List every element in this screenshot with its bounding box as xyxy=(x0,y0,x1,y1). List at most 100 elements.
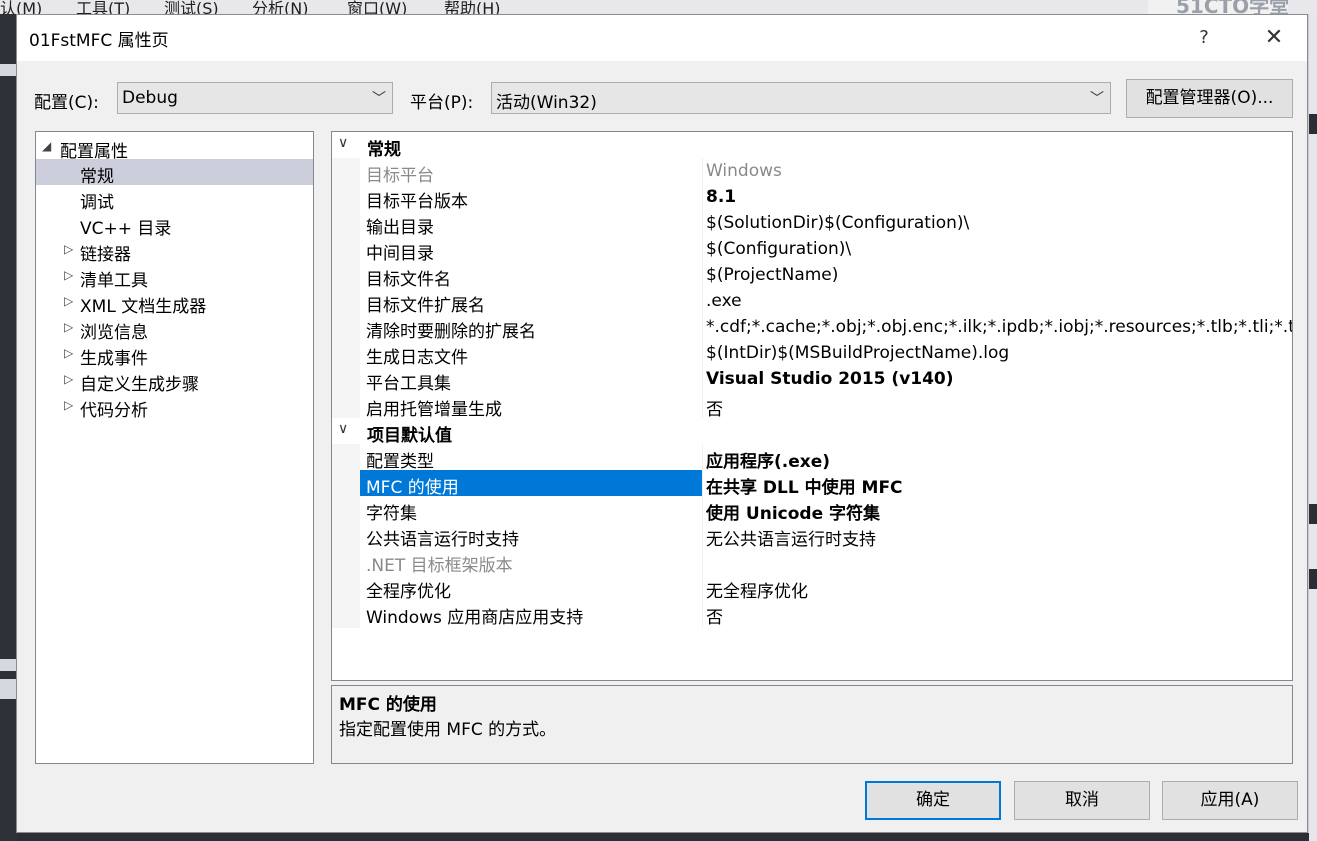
collapsed-triangle-icon[interactable]: ▷ xyxy=(64,398,73,412)
ok-button[interactable]: 确定 xyxy=(865,781,1001,820)
platform-label: 平台(P): xyxy=(410,93,474,113)
title-bar: 01FstMFC 属性页 ? ✕ xyxy=(17,15,1307,61)
property-name: 启用托管增量生成 xyxy=(366,400,502,420)
tree-item-label: 浏览信息 xyxy=(80,323,148,343)
collapsed-triangle-icon[interactable]: ▷ xyxy=(64,320,73,334)
grid-gutter xyxy=(332,132,360,628)
property-row-clr-support[interactable]: 公共语言运行时支持 无公共语言运行时支持 xyxy=(360,522,1292,550)
property-grid: ∨ 常规 目标平台 Windows 目标平台版本 8.1 输出目录 $(Solu… xyxy=(331,131,1293,681)
bg-menu-item: 帮助(H) xyxy=(444,0,501,14)
property-pages-dialog: 01FstMFC 属性页 ? ✕ 配置(C): Debug ﹀ 平台(P): 活… xyxy=(16,14,1308,833)
property-row-extensions-to-delete[interactable]: 清除时要删除的扩展名 *.cdf;*.cache;*.obj;*.obj.enc… xyxy=(360,314,1293,342)
tree-item-label: XML 文档生成器 xyxy=(80,297,207,317)
cancel-button[interactable]: 取消 xyxy=(1014,781,1150,820)
property-name: 目标平台版本 xyxy=(366,192,468,212)
property-value: 使用 Unicode 字符集 xyxy=(706,504,881,524)
property-value: $(IntDir)$(MSBuildProjectName).log xyxy=(706,343,1010,363)
expanded-triangle-icon: ◢ xyxy=(42,139,52,153)
tree-item-label: 清单工具 xyxy=(80,271,148,291)
property-name: 全程序优化 xyxy=(366,582,451,602)
tree-item-xml-doc-generator[interactable]: ▷ XML 文档生成器 xyxy=(36,289,313,317)
description-title: MFC 的使用 xyxy=(339,695,437,715)
property-row-whole-program-optimization[interactable]: 全程序优化 无全程序优化 xyxy=(360,574,1292,602)
collapsed-triangle-icon[interactable]: ▷ xyxy=(64,346,73,360)
dialog-title: 01FstMFC 属性页 xyxy=(29,31,169,51)
bg-menu-item: 窗口(W) xyxy=(347,0,408,14)
property-name: 公共语言运行时支持 xyxy=(366,530,519,550)
config-combo[interactable]: Debug ﹀ xyxy=(117,82,393,114)
property-row-target-platform[interactable]: 目标平台 Windows xyxy=(360,158,1292,186)
property-value: 否 xyxy=(706,400,723,420)
platform-combo[interactable]: 活动(Win32) ﹀ xyxy=(491,82,1111,114)
property-name: 目标文件名 xyxy=(366,270,451,290)
property-name: 目标平台 xyxy=(366,166,434,186)
property-value: 8.1 xyxy=(706,187,737,207)
watermark-logo-text: 51CTO学堂 xyxy=(1176,0,1288,14)
property-row-output-directory[interactable]: 输出目录 $(SolutionDir)$(Configuration)\ xyxy=(360,210,1292,238)
watermark-logo: 51CTO学堂 xyxy=(1148,0,1288,14)
collapsed-triangle-icon[interactable]: ▷ xyxy=(64,268,73,282)
property-value: 应用程序(.exe) xyxy=(706,452,831,472)
tree-item-debugging[interactable]: 调试 xyxy=(36,185,313,213)
property-row-target-name[interactable]: 目标文件名 $(ProjectName) xyxy=(360,262,1292,290)
property-row-use-of-mfc[interactable]: MFC 的使用 在共享 DLL 中使用 MFC ﹀ xyxy=(360,470,1292,498)
config-manager-button[interactable]: 配置管理器(O)... xyxy=(1126,79,1293,118)
tree-item-browse-info[interactable]: ▷ 浏览信息 xyxy=(36,315,313,343)
background-bottom-strip xyxy=(17,833,1309,841)
property-value: *.cdf;*.cache;*.obj;*.obj.enc;*.ilk;*.ip… xyxy=(706,317,1293,337)
property-value: 无全程序优化 xyxy=(706,582,808,602)
tree-item-label: 生成事件 xyxy=(80,349,148,369)
bg-menu-item: 认(M) xyxy=(0,0,43,14)
apply-button[interactable]: 应用(A) xyxy=(1162,781,1298,820)
property-value: 在共享 DLL 中使用 MFC xyxy=(706,478,903,498)
tree-item-label: 自定义生成步骤 xyxy=(80,375,199,395)
config-label: 配置(C): xyxy=(34,93,99,113)
property-value: .exe xyxy=(706,291,742,311)
property-row-platform-toolset[interactable]: 平台工具集 Visual Studio 2015 (v140) xyxy=(360,366,1292,394)
property-row-target-extension[interactable]: 目标文件扩展名 .exe xyxy=(360,288,1292,316)
bg-menu-item: 测试(S) xyxy=(164,0,219,14)
property-row-build-log-file[interactable]: 生成日志文件 $(IntDir)$(MSBuildProjectName).lo… xyxy=(360,340,1292,368)
chevron-down-icon: ﹀ xyxy=(1090,91,1104,107)
collapsed-triangle-icon[interactable]: ▷ xyxy=(64,242,73,256)
description-text: 指定配置使用 MFC 的方式。 xyxy=(339,720,557,740)
config-combo-value: Debug xyxy=(122,88,178,108)
description-panel: MFC 的使用 指定配置使用 MFC 的方式。 xyxy=(331,685,1293,764)
property-name: Windows 应用商店应用支持 xyxy=(366,608,584,628)
collapsed-triangle-icon[interactable]: ▷ xyxy=(64,294,73,308)
tree-item-general[interactable]: 常规 xyxy=(36,159,313,187)
property-value: 否 xyxy=(706,608,723,628)
tree-item-custom-build-step[interactable]: ▷ 自定义生成步骤 xyxy=(36,367,313,395)
tree-item-linker[interactable]: ▷ 链接器 xyxy=(36,237,313,265)
property-value: $(Configuration)\ xyxy=(706,239,852,259)
property-row-configuration-type[interactable]: 配置类型 应用程序(.exe) xyxy=(360,444,1292,472)
tree-root-config-properties[interactable]: ◢ 配置属性 xyxy=(36,134,313,162)
tree-item-label: VC++ 目录 xyxy=(80,219,172,239)
tree-item-code-analysis[interactable]: ▷ 代码分析 xyxy=(36,393,313,421)
background-left-panel xyxy=(0,14,17,841)
property-name: 平台工具集 xyxy=(366,374,451,394)
property-name: 配置类型 xyxy=(366,452,434,472)
help-button[interactable]: ? xyxy=(1185,24,1223,52)
tree-item-build-events[interactable]: ▷ 生成事件 xyxy=(36,341,313,369)
property-row-windows-store-app-support[interactable]: Windows 应用商店应用支持 否 xyxy=(360,600,1292,628)
property-value: $(ProjectName) xyxy=(706,265,839,285)
close-button[interactable]: ✕ xyxy=(1255,24,1293,52)
property-row-target-platform-version[interactable]: 目标平台版本 8.1 xyxy=(360,184,1292,212)
background-menubar: 认(M) 工具(T) 测试(S) 分析(N) 窗口(W) 帮助(H) xyxy=(0,0,1317,14)
tree-item-vc-directories[interactable]: VC++ 目录 xyxy=(36,211,313,239)
collapsed-triangle-icon[interactable]: ▷ xyxy=(64,372,73,386)
property-row-managed-incremental-build[interactable]: 启用托管增量生成 否 xyxy=(360,392,1292,420)
property-row-intermediate-directory[interactable]: 中间目录 $(Configuration)\ xyxy=(360,236,1292,264)
property-name: MFC 的使用 xyxy=(366,478,459,498)
category-project-defaults[interactable]: ∨ 项目默认值 xyxy=(332,418,1292,446)
chevron-down-icon[interactable]: ∨ xyxy=(338,421,348,437)
category-general[interactable]: ∨ 常规 xyxy=(332,132,1292,160)
property-row-character-set[interactable]: 字符集 使用 Unicode 字符集 xyxy=(360,496,1292,524)
property-row-net-target-framework[interactable]: .NET 目标框架版本 xyxy=(360,548,1292,576)
tree-item-label: 调试 xyxy=(80,193,114,213)
tree-item-manifest-tool[interactable]: ▷ 清单工具 xyxy=(36,263,313,291)
property-name: 输出目录 xyxy=(366,218,434,238)
chevron-down-icon[interactable]: ∨ xyxy=(338,135,348,151)
platform-combo-value: 活动(Win32) xyxy=(496,93,597,113)
